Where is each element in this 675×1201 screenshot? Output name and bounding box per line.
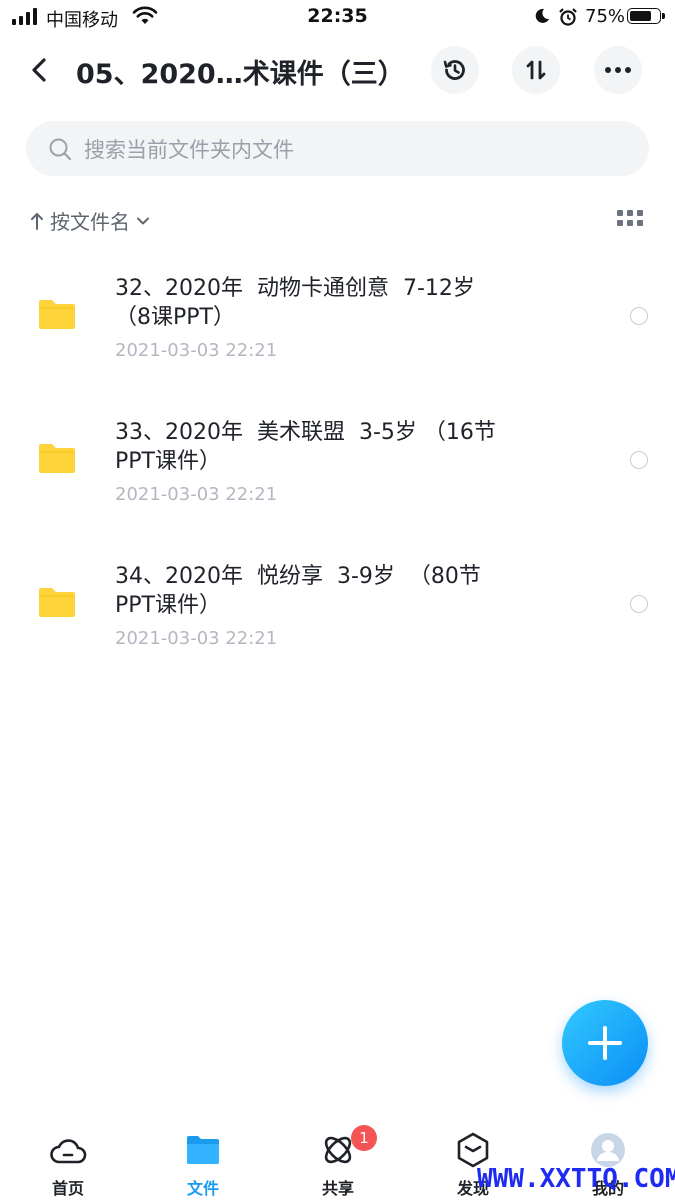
tab-label: 首页 — [51, 1179, 84, 1198]
more-button[interactable] — [594, 46, 642, 94]
battery-percent: 75% — [585, 6, 626, 27]
sort-row: 按文件名 — [26, 202, 649, 238]
avatar-icon — [591, 1133, 625, 1167]
status-bar: 中国移动 22:35 75% — [0, 0, 675, 34]
file-date: 2021-03-03 22:21 — [115, 340, 278, 361]
sort-order-button[interactable] — [512, 46, 560, 94]
select-radio[interactable] — [630, 307, 648, 325]
cloud-icon — [50, 1139, 87, 1164]
search-input[interactable] — [82, 121, 626, 178]
file-date: 2021-03-03 22:21 — [115, 628, 278, 649]
folder-tab-icon — [187, 1136, 219, 1164]
file-name: 32、2020年 动物卡通创意 7-12岁 （8课PPT） — [115, 276, 475, 330]
select-radio[interactable] — [630, 451, 648, 469]
page-title: 05、2020…术课件（三） — [76, 59, 405, 90]
file-date: 2021-03-03 22:21 — [115, 484, 278, 505]
discover-icon — [457, 1132, 489, 1168]
sort-by-name-dropdown[interactable]: 按文件名 — [30, 206, 150, 235]
sort-icon — [526, 60, 546, 80]
more-icon — [605, 67, 631, 73]
add-button[interactable] — [562, 1000, 648, 1086]
select-radio[interactable] — [630, 595, 648, 613]
history-button[interactable] — [431, 46, 479, 94]
tab-label: 共享 — [321, 1179, 354, 1198]
folder-icon — [39, 300, 75, 329]
back-button[interactable] — [24, 54, 56, 86]
back-icon — [32, 58, 46, 82]
moon-icon — [535, 8, 549, 23]
list-item[interactable]: 33、2020年 美术联盟 3-5岁 （16节 PPT课件） 2021-03-0… — [0, 400, 675, 544]
plus-icon — [588, 1026, 622, 1060]
tab-home[interactable]: 首页 — [18, 1131, 118, 1201]
tab-files[interactable]: 文件 — [153, 1131, 253, 1201]
history-icon — [443, 60, 465, 80]
file-name: 33、2020年 美术联盟 3-5岁 （16节 PPT课件） — [115, 420, 496, 474]
watermark: WWW.XXTTQ.COM — [477, 1164, 675, 1194]
search-icon — [49, 138, 72, 161]
header: 05、2020…术课件（三） — [0, 40, 675, 100]
list-item[interactable]: 32、2020年 动物卡通创意 7-12岁 （8课PPT） 2021-03-03… — [0, 256, 675, 400]
list-item[interactable]: 34、2020年 悦纷享 3-9岁 （80节 PPT课件） 2021-03-03… — [0, 544, 675, 688]
folder-icon — [39, 444, 75, 473]
arrow-up-icon — [31, 212, 43, 230]
grid-view-icon — [617, 210, 643, 226]
tab-label: 文件 — [186, 1179, 219, 1198]
battery-icon — [627, 8, 665, 24]
alarm-icon — [559, 8, 577, 26]
grid-view-button[interactable] — [617, 210, 643, 232]
chevron-down-icon — [137, 217, 149, 224]
notification-badge: 1 — [351, 1125, 377, 1151]
sort-label: 按文件名 — [50, 210, 130, 234]
tab-share[interactable]: 1 共享 — [288, 1125, 388, 1201]
file-list: 32、2020年 动物卡通创意 7-12岁 （8课PPT） 2021-03-03… — [0, 256, 675, 688]
file-name: 34、2020年 悦纷享 3-9岁 （80节 PPT课件） — [115, 564, 481, 618]
search-bar[interactable] — [26, 121, 649, 178]
folder-icon — [39, 588, 75, 617]
